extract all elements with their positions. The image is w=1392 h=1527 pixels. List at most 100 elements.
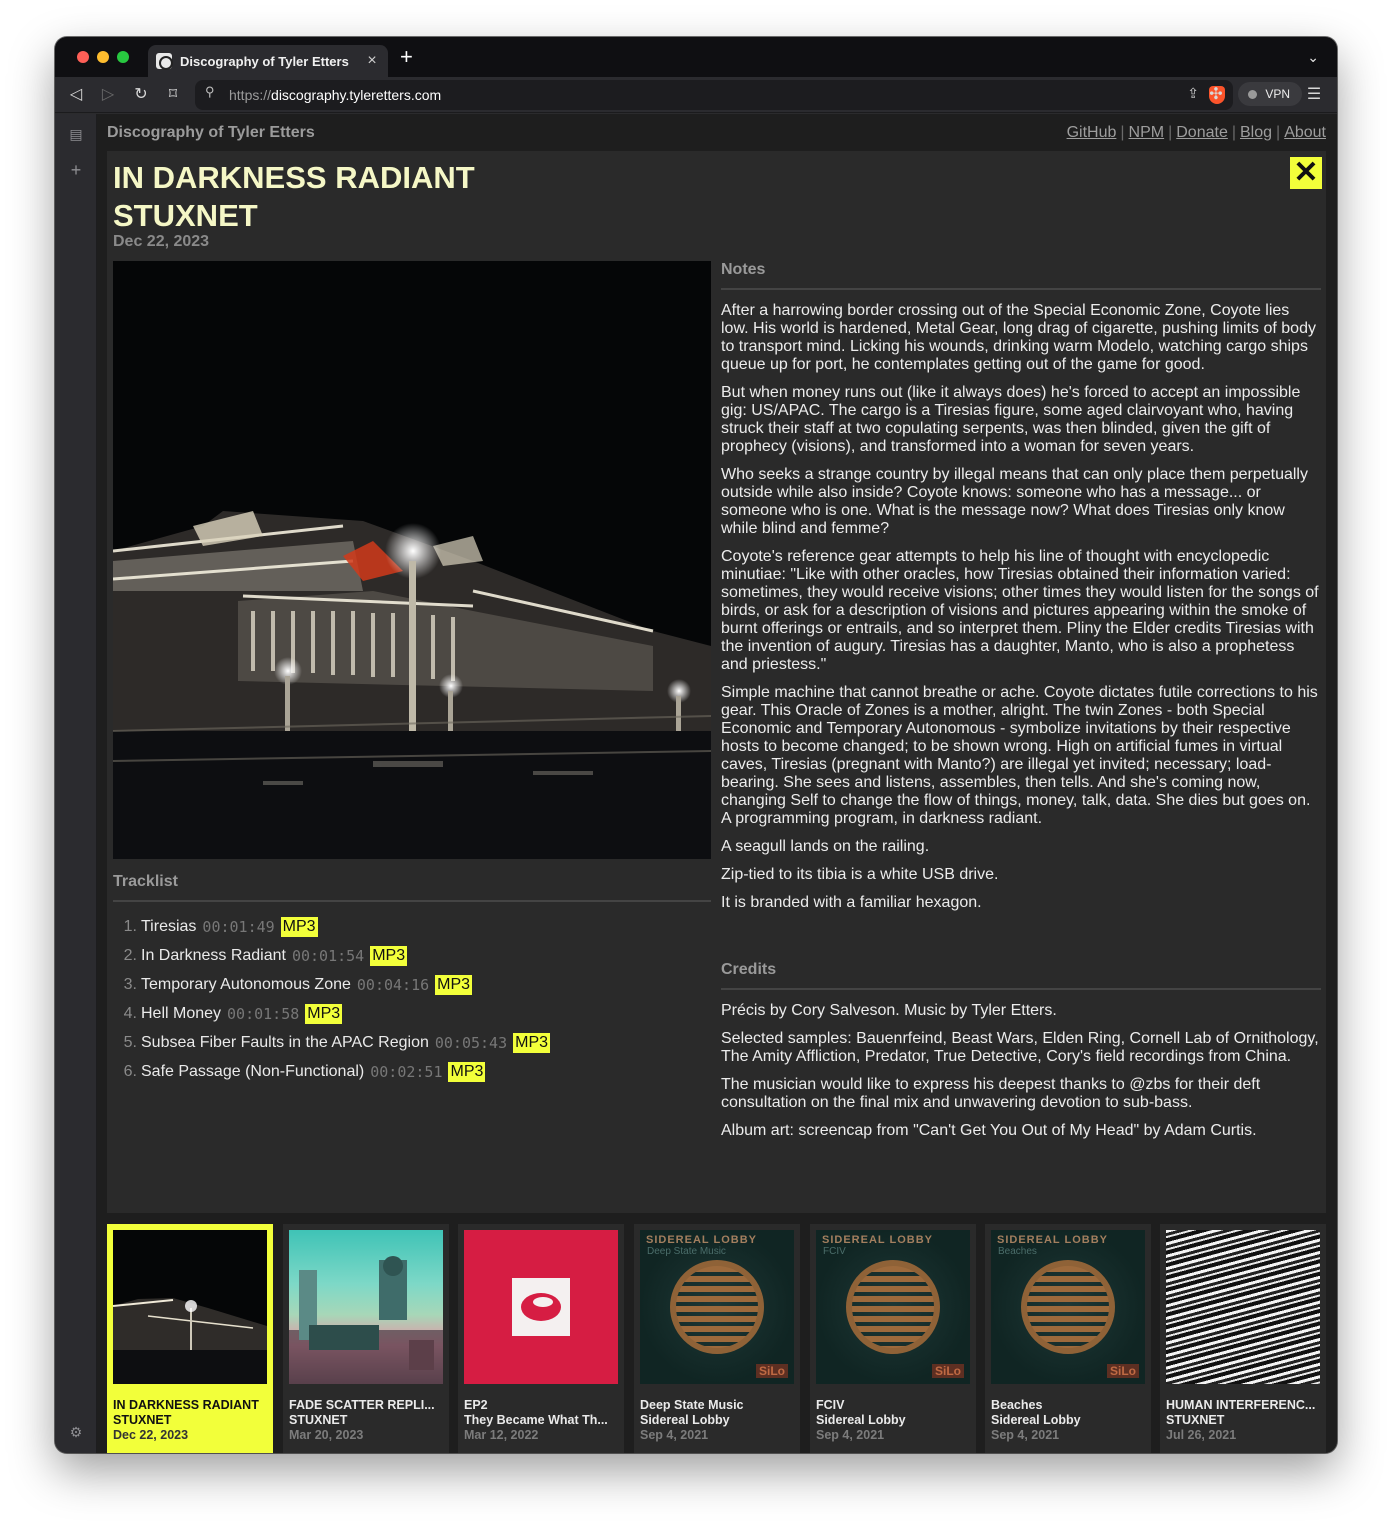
track-number: 6. (123, 1062, 137, 1080)
album-card[interactable]: SIDEREAL LOBBY Deep State Music SiLo Dee… (634, 1224, 800, 1453)
extensions-icon[interactable]: ✣ (1205, 84, 1227, 106)
credits-paragraph: Selected samples: Bauenrfeind, Beast War… (721, 1030, 1319, 1065)
track-number: 3. (123, 975, 137, 993)
back-icon[interactable]: ◁ (65, 84, 87, 106)
album-title: IN DARKNESS RADIANT STUXNET (113, 159, 475, 235)
notes-paragraph: Coyote's reference gear attempts to help… (721, 548, 1319, 673)
add-panel-icon[interactable]: + (66, 160, 86, 180)
album-card[interactable]: FADE SCATTER REPLI... STUXNET Mar 20, 20… (283, 1224, 449, 1453)
album-card-date: Sep 4, 2021 (816, 1428, 885, 1442)
art-header-text: SIDEREAL LOBBY (646, 1234, 757, 1246)
album-card-date: Jul 26, 2021 (1166, 1428, 1237, 1442)
art-subtitle-text: Beaches (998, 1246, 1037, 1257)
url-text[interactable]: https://discography.tyleretters.com (229, 87, 441, 103)
album-card[interactable]: EP2 They Became What Th... Mar 12, 2022 (458, 1224, 624, 1453)
nav-link-npm[interactable]: NPM (1129, 124, 1165, 141)
mp3-download-link[interactable]: MP3 (280, 916, 318, 937)
track-duration: 00:02:51 (370, 1062, 443, 1081)
album-card-title: FCIV (816, 1398, 845, 1412)
nav-link-blog[interactable]: Blog (1240, 124, 1272, 141)
top-nav: GitHub | NPM | Donate | Blog | About (1067, 124, 1326, 142)
tracklist: Tracklist 1. Tiresias 00:01:49 MP3 2. In… (113, 873, 711, 1086)
vpn-status-icon (1248, 90, 1257, 99)
album-cover-art (113, 261, 711, 859)
notes-paragraph: Simple machine that cannot breathe or ac… (721, 684, 1318, 827)
credits-heading: Credits (721, 961, 1321, 990)
reading-list-icon[interactable]: ▤ (66, 124, 86, 144)
track-row: 6. Safe Passage (Non-Functional) 00:02:5… (113, 1057, 711, 1086)
close-icon[interactable]: ✕ (1290, 157, 1322, 189)
track-duration: 00:01:49 (202, 917, 275, 936)
album-card[interactable]: IN DARKNESS RADIANT STUXNET Dec 22, 2023 (107, 1224, 273, 1453)
silo-emblem-icon (846, 1260, 940, 1354)
tab-strip: Discography of Tyler Etters × + ⌄ (55, 37, 1337, 77)
notes-paragraph: A seagull lands on the railing. (721, 838, 930, 855)
album-card-artist: They Became What Th... (464, 1413, 608, 1427)
thumbnail-art (512, 1278, 570, 1336)
album-card-artist: STUXNET (113, 1413, 172, 1427)
notes-paragraph: Who seeks a strange country by illegal m… (721, 466, 1308, 537)
mp3-download-link[interactable]: MP3 (513, 1032, 551, 1053)
nav-link-github[interactable]: GitHub (1067, 124, 1117, 141)
vpn-button[interactable]: VPN (1238, 82, 1302, 106)
album-card-artist: Sidereal Lobby (816, 1413, 906, 1427)
album-card-date: Sep 4, 2021 (991, 1428, 1060, 1442)
album-card[interactable]: SIDEREAL LOBBY Beaches SiLo Beaches Side… (985, 1224, 1151, 1453)
track-title: Hell Money (141, 1004, 222, 1022)
mp3-download-link[interactable]: MP3 (370, 945, 408, 966)
mp3-download-link[interactable]: MP3 (305, 1003, 343, 1024)
album-thumbnail: SIDEREAL LOBBY FCIV SiLo (816, 1230, 970, 1384)
browser-tab[interactable]: Discography of Tyler Etters × (148, 45, 388, 77)
site-title: Discography of Tyler Etters (107, 124, 315, 141)
track-row: 4. Hell Money 00:01:58 MP3 (113, 999, 711, 1028)
track-duration: 00:05:43 (434, 1033, 508, 1052)
thumbnail-art (289, 1256, 443, 1384)
notes-paragraph: It is branded with a familiar hexagon. (721, 894, 982, 911)
track-title: Tiresias (141, 917, 197, 935)
notes-body: After a harrowing border crossing out of… (721, 302, 1321, 912)
track-number: 2. (123, 946, 137, 964)
chevron-down-icon[interactable]: ⌄ (1307, 49, 1319, 66)
album-card-title: FADE SCATTER REPLI... (289, 1398, 435, 1412)
address-bar[interactable]: ⚲ https://discography.tyleretters.com ⇪ (195, 80, 1233, 110)
reload-icon[interactable]: ↻ (130, 84, 152, 106)
album-card-title: EP2 (464, 1398, 488, 1412)
track-row: 2. In Darkness Radiant 00:01:54 MP3 (113, 941, 711, 970)
art-header-text: SIDEREAL LOBBY (822, 1234, 933, 1246)
mp3-download-link[interactable]: MP3 (435, 974, 473, 995)
notes-paragraph: After a harrowing border crossing out of… (721, 302, 1316, 373)
gear-icon[interactable]: ⚙ (66, 1422, 86, 1442)
share-icon[interactable]: ⇪ (1187, 85, 1199, 102)
album-cover-image (113, 261, 711, 859)
url-protocol: https:// (229, 87, 272, 103)
nav-link-about[interactable]: About (1284, 124, 1326, 141)
album-date: Dec 22, 2023 (113, 233, 210, 250)
new-tab-button[interactable]: + (400, 46, 413, 68)
album-card[interactable]: HUMAN INTERFERENC... STUXNET Jul 26, 202… (1160, 1224, 1326, 1453)
tab-close-icon[interactable]: × (364, 52, 380, 70)
nav-link-donate[interactable]: Donate (1176, 124, 1228, 141)
album-thumbnail (113, 1230, 267, 1384)
album-card-title: Deep State Music (640, 1398, 744, 1412)
track-title: In Darkness Radiant (141, 946, 286, 964)
track-row: 5. Subsea Fiber Faults in the APAC Regio… (113, 1028, 711, 1057)
menu-icon[interactable]: ☰ (1303, 84, 1325, 106)
tab-title: Discography of Tyler Etters (180, 53, 349, 69)
zoom-window-button[interactable] (117, 51, 129, 63)
nav-separator: | (1120, 124, 1125, 141)
credits-section: Credits Précis by Cory Salveson. Music b… (721, 961, 1321, 1150)
album-card[interactable]: SIDEREAL LOBBY FCIV SiLo FCIV Sidereal L… (810, 1224, 976, 1453)
track-row: 1. Tiresias 00:01:49 MP3 (113, 912, 711, 941)
close-window-button[interactable] (77, 51, 89, 63)
art-subtitle-text: Deep State Music (647, 1246, 726, 1257)
minimize-window-button[interactable] (97, 51, 109, 63)
track-duration: 00:04:16 (356, 975, 430, 994)
site-settings-icon[interactable]: ⚲ (205, 84, 215, 100)
credits-paragraph: The musician would like to express his d… (721, 1076, 1261, 1111)
nav-separator: | (1276, 124, 1281, 141)
tracklist-heading: Tracklist (113, 873, 711, 902)
bookmark-icon[interactable]: ⌑ (162, 84, 184, 106)
mp3-download-link[interactable]: MP3 (448, 1061, 486, 1082)
forward-icon[interactable]: ▷ (97, 84, 119, 106)
album-card-artist: STUXNET (289, 1413, 348, 1427)
